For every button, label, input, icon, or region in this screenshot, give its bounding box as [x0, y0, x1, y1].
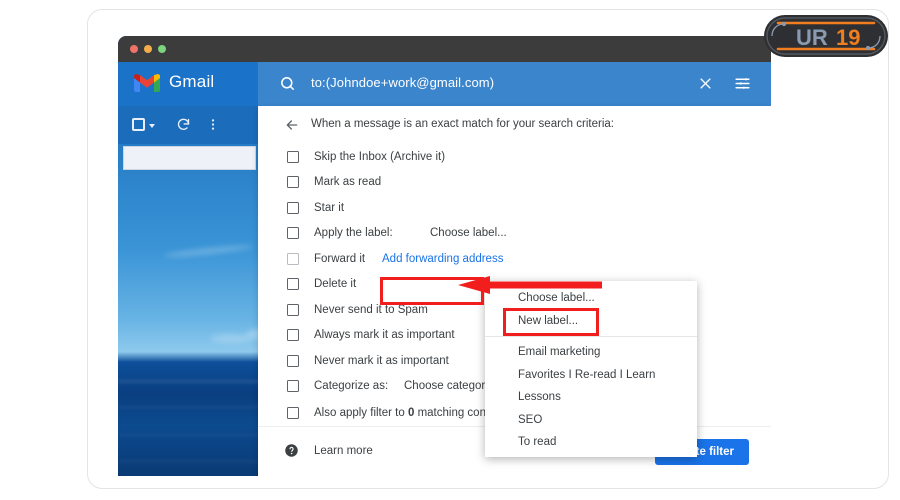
chevron-down-icon[interactable] [149, 124, 155, 128]
gmail-logo[interactable]: Gmail [134, 72, 214, 92]
filter-action-forward-it[interactable]: Forward it Add forwarding address [258, 246, 771, 272]
search-input[interactable]: to:(Johndoe+work@gmail.com) [311, 75, 494, 90]
label-dropdown-menu: Choose label... New label... Email marke… [485, 281, 697, 457]
learn-more-link[interactable]: Learn more [314, 445, 373, 457]
help-circle-icon[interactable] [284, 443, 299, 458]
gmail-message-row-placeholder[interactable] [123, 146, 256, 170]
arrow-left-annotation-icon [456, 273, 602, 297]
checkbox-icon[interactable] [287, 278, 299, 290]
checkbox-icon[interactable] [287, 202, 299, 214]
close-icon[interactable] [698, 76, 713, 91]
cloud-wisp [164, 243, 254, 258]
checkbox-icon[interactable] [287, 329, 299, 341]
refresh-icon[interactable] [176, 117, 191, 132]
select-all-checkbox-icon[interactable] [132, 118, 145, 131]
filter-action-label: Skip the Inbox (Archive it) [314, 151, 445, 163]
checkbox-icon[interactable] [287, 253, 299, 265]
checkbox-icon[interactable] [287, 176, 299, 188]
gmail-wordmark: Gmail [169, 72, 214, 92]
checkbox-icon[interactable] [287, 304, 299, 316]
dropdown-item-label[interactable]: Email marketing [485, 341, 697, 364]
choose-category-value[interactable]: Choose category [404, 380, 491, 392]
filter-action-label: Categorize as: [314, 380, 388, 392]
filter-action-label: Forward it [314, 253, 365, 265]
filter-action-apply-label[interactable]: Apply the label: Choose label... [258, 221, 771, 247]
filter-action-mark-as-read[interactable]: Mark as read [258, 170, 771, 196]
checkbox-icon[interactable] [287, 355, 299, 367]
filter-criteria-text: When a message is an exact match for you… [311, 118, 614, 130]
dropdown-item-label[interactable]: SEO [485, 409, 697, 432]
dropdown-item-label[interactable]: Favorites I Re-read I Learn [485, 364, 697, 387]
watermark-text-secondary: 19 [836, 25, 860, 50]
filter-action-star-it[interactable]: Star it [258, 195, 771, 221]
filter-action-label: Always mark it as important [314, 329, 455, 341]
watermark-logo: UR 19 [762, 11, 890, 61]
cloud-puff-small [210, 334, 252, 343]
gmail-list-toolbar [118, 106, 258, 144]
filter-action-label: Apply the label: [314, 227, 393, 239]
watermark-text-primary: UR [796, 25, 828, 50]
window-close-dot[interactable] [130, 45, 138, 53]
dropdown-item-label[interactable]: To read [485, 431, 697, 454]
gmail-m-icon [134, 73, 160, 92]
dropdown-divider [485, 336, 697, 337]
window-minimize-dot[interactable] [144, 45, 152, 53]
checkbox-icon[interactable] [287, 227, 299, 239]
filter-criteria-row: When a message is an exact match for you… [258, 106, 771, 144]
add-forwarding-address-link[interactable]: Add forwarding address [382, 253, 503, 265]
search-icon [279, 75, 296, 92]
also-apply-prefix: Also apply filter to [314, 407, 408, 419]
filter-action-label: Mark as read [314, 176, 381, 188]
filter-action-label: Star it [314, 202, 344, 214]
tune-icon[interactable] [734, 75, 751, 92]
arrow-left-icon[interactable] [284, 117, 300, 133]
filter-action-label: Never send it to Spam [314, 304, 428, 316]
more-vertical-icon[interactable] [206, 117, 220, 132]
filter-action-label: Delete it [314, 278, 356, 290]
checkbox-icon[interactable] [287, 380, 299, 392]
window-titlebar [118, 36, 771, 62]
dropdown-item-new-label[interactable]: New label... [485, 310, 697, 333]
filter-action-skip-inbox[interactable]: Skip the Inbox (Archive it) [258, 144, 771, 170]
checkbox-icon[interactable] [287, 407, 299, 419]
window-maximize-dot[interactable] [158, 45, 166, 53]
search-bar[interactable]: to:(Johndoe+work@gmail.com) [258, 62, 771, 106]
dropdown-item-label[interactable]: Lessons [485, 386, 697, 409]
checkbox-icon[interactable] [287, 151, 299, 163]
browser-window: Gmail to:(Johndoe+work@gmail.com) [118, 36, 771, 476]
choose-label-value[interactable]: Choose label... [430, 227, 507, 239]
gmail-app-background: Gmail to:(Johndoe+work@gmail.com) [118, 62, 771, 476]
filter-action-label: Never mark it as important [314, 355, 449, 367]
